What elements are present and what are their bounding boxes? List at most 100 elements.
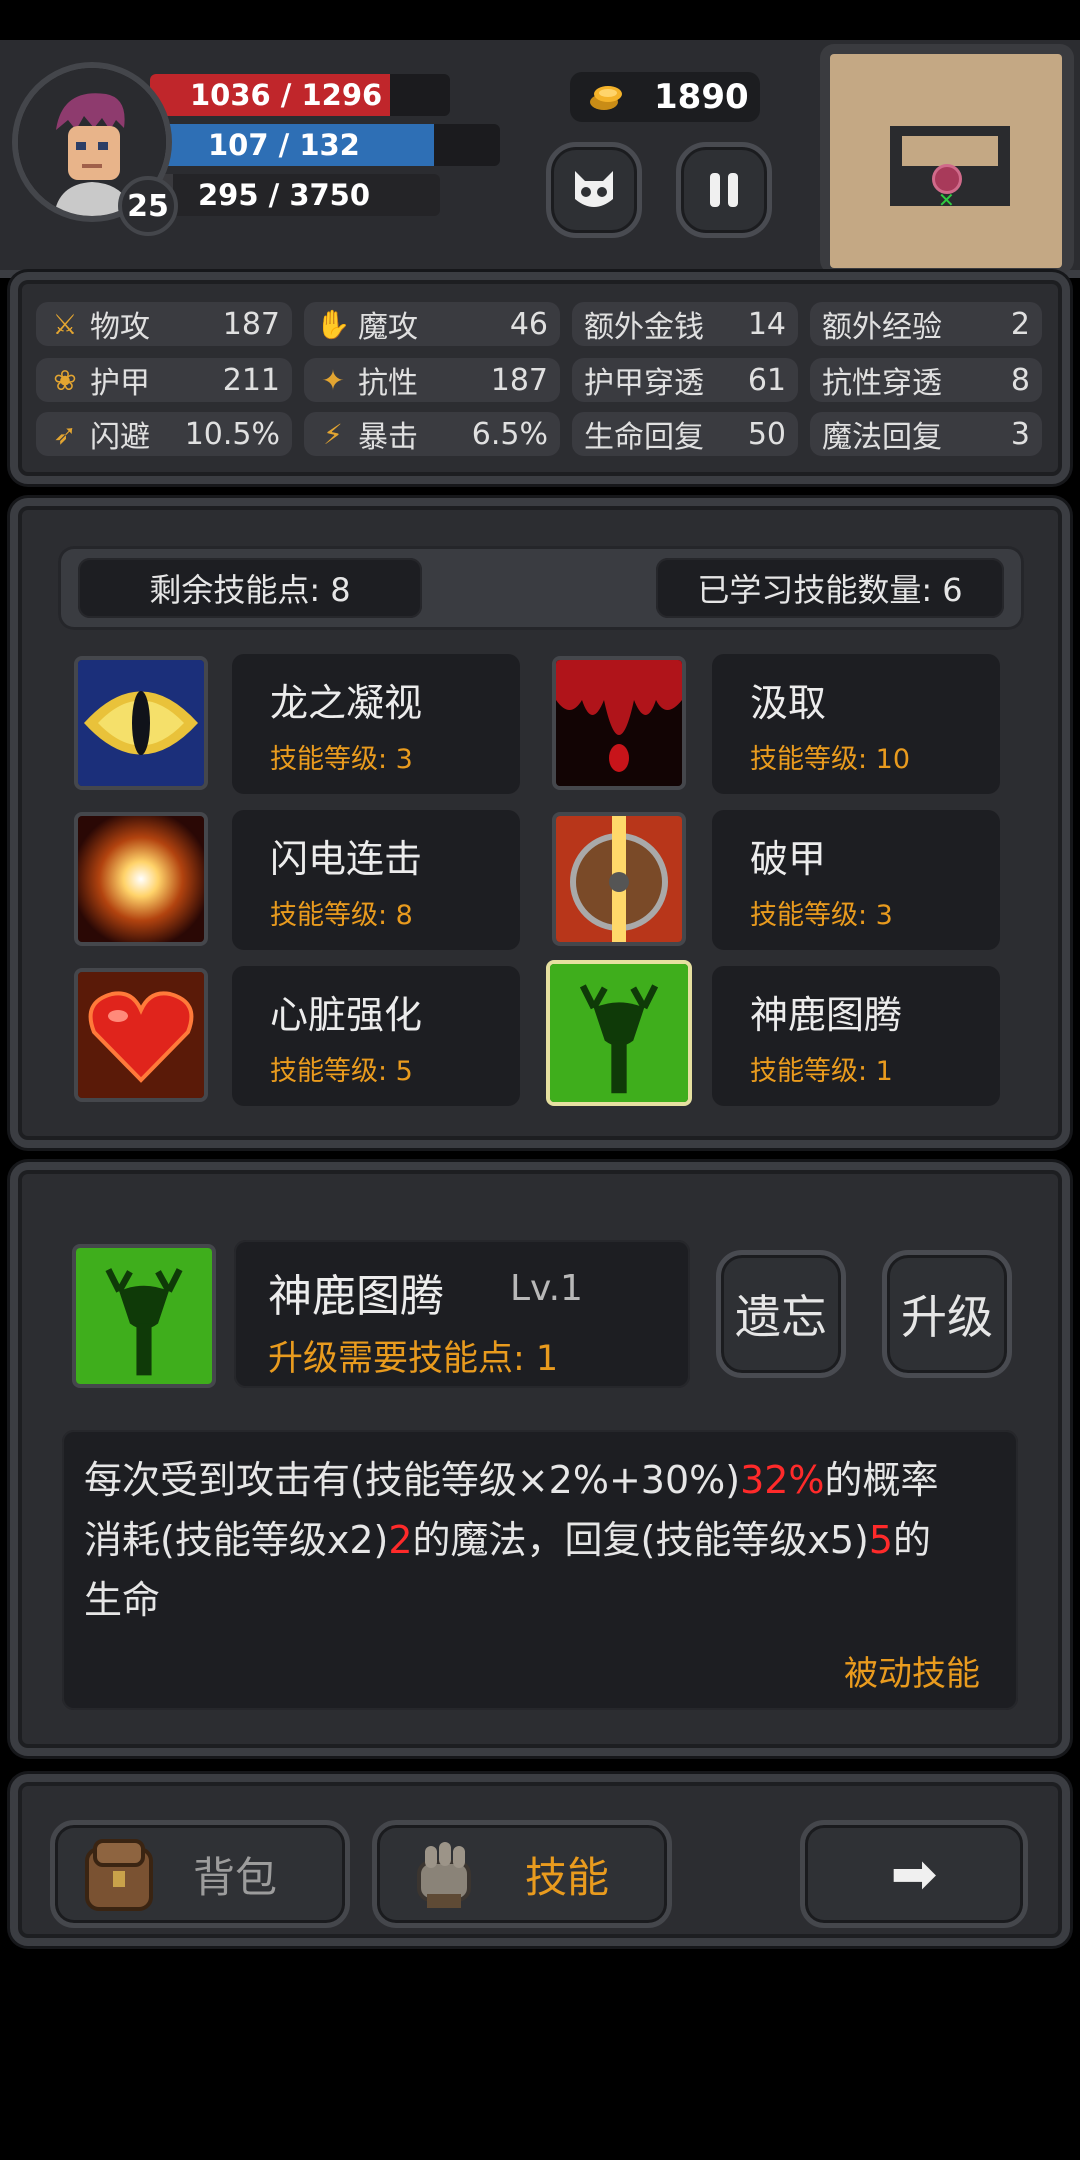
skill-card-deer-totem[interactable]: 神鹿图腾 技能等级: 1 xyxy=(712,966,1000,1106)
skill-slot-flash[interactable] xyxy=(74,812,208,946)
run-icon: ➶ xyxy=(53,417,77,451)
stat-label: 护甲 xyxy=(90,366,150,401)
stat-value: 3 xyxy=(1010,416,1030,452)
heart-icon xyxy=(78,972,204,1098)
detail-info-box: 神鹿图腾 Lv.1 升级需要技能点: 1 xyxy=(234,1240,690,1388)
upgrade-button[interactable]: 升级 xyxy=(882,1250,1012,1378)
stat-label: 暴击 xyxy=(358,420,418,455)
skill-level: 技能等级: 3 xyxy=(750,900,893,931)
skill-level: 技能等级: 5 xyxy=(270,1056,413,1087)
skill-slot-dragon-eye[interactable] xyxy=(74,656,208,790)
skill-card-heart[interactable]: 心脏强化 技能等级: 5 xyxy=(232,966,520,1106)
stat-value: 211 xyxy=(222,362,280,398)
skill-name: 心脏强化 xyxy=(270,993,423,1037)
paw-icon: ❀ xyxy=(53,363,77,397)
minimap-room-inner xyxy=(902,136,998,166)
skill-card-blood-drip[interactable]: 汲取 技能等级: 10 xyxy=(712,654,1000,794)
fist-icon xyxy=(403,1832,487,1916)
stat-label: 生命回复 xyxy=(584,420,704,455)
owl-face-icon xyxy=(575,171,613,207)
mp-text: 107 / 132 xyxy=(208,128,360,162)
detail-skill-icon xyxy=(72,1244,216,1388)
minimap-floor: ✕ xyxy=(830,54,1062,268)
xp-bar: 295 / 3750 xyxy=(150,174,440,216)
stat-8: ➶ 闪避 10.5% xyxy=(36,412,292,456)
pause-icon xyxy=(710,173,738,207)
mp-bar: 107 / 132 xyxy=(150,124,500,166)
stat-value: 14 xyxy=(747,306,786,342)
skill-description: 每次受到攻击有(技能等级×2%+30%)32%的概率 消耗(技能等级x2)2的魔… xyxy=(84,1450,1004,1630)
stat-1: ✋ 魔攻 46 xyxy=(304,302,560,346)
skill-level: 技能等级: 10 xyxy=(750,744,911,775)
stat-7: 抗性穿透 8 xyxy=(810,358,1042,402)
stat-label: 抗性穿透 xyxy=(822,366,942,401)
skill-slot-broken-shield[interactable] xyxy=(552,812,686,946)
gold-counter: 1890 xyxy=(570,72,760,122)
xp-text: 295 / 3750 xyxy=(198,178,371,212)
forget-label: 遗忘 xyxy=(735,1290,827,1344)
deer-totem-icon xyxy=(76,1248,212,1384)
skill-name: 汲取 xyxy=(750,681,827,725)
skills-tab-label: 技能 xyxy=(525,1852,610,1902)
remaining-points-text: 剩余技能点: 8 xyxy=(149,571,351,609)
hp-bar: 1036 / 1296 xyxy=(150,74,450,116)
bag-button[interactable]: 背包 xyxy=(50,1820,350,1928)
upgrade-label: 升级 xyxy=(901,1290,993,1344)
desc-line-1: 每次受到攻击有(技能等级×2%+30%)32%的概率 xyxy=(84,1458,939,1502)
skill-name: 神鹿图腾 xyxy=(750,993,903,1037)
stat-5: ✦ 抗性 187 xyxy=(304,358,560,402)
minimap[interactable]: ✕ xyxy=(820,44,1074,274)
stat-label: 护甲穿透 xyxy=(584,366,704,401)
skill-slot-blood-drip[interactable] xyxy=(552,656,686,790)
stat-label: 物攻 xyxy=(90,310,150,345)
flash-icon xyxy=(78,816,204,942)
stat-value: 187 xyxy=(222,306,280,342)
skill-type-label: 被动技能 xyxy=(844,1654,980,1694)
forget-button[interactable]: 遗忘 xyxy=(716,1250,846,1378)
skill-slot-heart[interactable] xyxy=(74,968,208,1102)
stat-3: 额外经验 2 xyxy=(810,302,1042,346)
muscle-icon: ✦ xyxy=(321,363,345,397)
skill-card-flash[interactable]: 闪电连击 技能等级: 8 xyxy=(232,810,520,950)
backpack-icon xyxy=(77,1831,163,1917)
stat-label: 魔攻 xyxy=(358,310,418,345)
stat-label: 额外金钱 xyxy=(584,310,704,345)
detail-skill-lv: Lv.1 xyxy=(510,1268,583,1309)
stat-4: ❀ 护甲 211 xyxy=(36,358,292,402)
skill-slot-deer-totem-selected[interactable] xyxy=(546,960,692,1106)
skills-tab-button[interactable]: 技能 xyxy=(372,1820,672,1928)
stat-10: 生命回复 50 xyxy=(572,412,798,456)
pet-button[interactable] xyxy=(546,142,642,238)
desc-line-3: 生命 xyxy=(84,1578,161,1622)
stat-label: 魔法回复 xyxy=(822,420,942,455)
bag-label: 背包 xyxy=(193,1852,278,1902)
skill-name: 破甲 xyxy=(750,837,827,881)
skill-level: 技能等级: 3 xyxy=(270,744,413,775)
skill-card-dragon-eye[interactable]: 龙之凝视 技能等级: 3 xyxy=(232,654,520,794)
skill-level: 技能等级: 1 xyxy=(750,1056,893,1087)
broken-shield-icon xyxy=(556,816,682,942)
hp-text: 1036 / 1296 xyxy=(190,78,383,112)
next-button[interactable]: ➡ xyxy=(800,1820,1028,1928)
pause-button[interactable] xyxy=(676,142,772,238)
stat-value: 187 xyxy=(490,362,548,398)
deer-totem-icon xyxy=(550,964,688,1102)
stat-value: 61 xyxy=(747,362,786,398)
learned-count-text: 已学习技能数量: 6 xyxy=(697,571,963,609)
stat-value: 6.5% xyxy=(471,416,548,452)
stat-2: 额外金钱 14 xyxy=(572,302,798,346)
stat-label: 闪避 xyxy=(90,420,150,455)
stat-value: 50 xyxy=(747,416,786,452)
stat-value: 2 xyxy=(1010,306,1030,342)
blood-drip-icon xyxy=(556,660,682,786)
minimap-exit-icon: ✕ xyxy=(938,188,955,212)
stat-11: 魔法回复 3 xyxy=(810,412,1042,456)
lightning-icon: ⚡ xyxy=(323,417,343,451)
stat-label: 额外经验 xyxy=(822,310,942,345)
skill-description-box: 每次受到攻击有(技能等级×2%+30%)32%的概率 消耗(技能等级x2)2的魔… xyxy=(62,1430,1018,1710)
stat-value: 8 xyxy=(1010,362,1030,398)
level-text: 25 xyxy=(127,188,169,224)
magic-icon: ✋ xyxy=(315,307,351,341)
skill-card-broken-shield[interactable]: 破甲 技能等级: 3 xyxy=(712,810,1000,950)
stat-value: 46 xyxy=(509,306,548,342)
